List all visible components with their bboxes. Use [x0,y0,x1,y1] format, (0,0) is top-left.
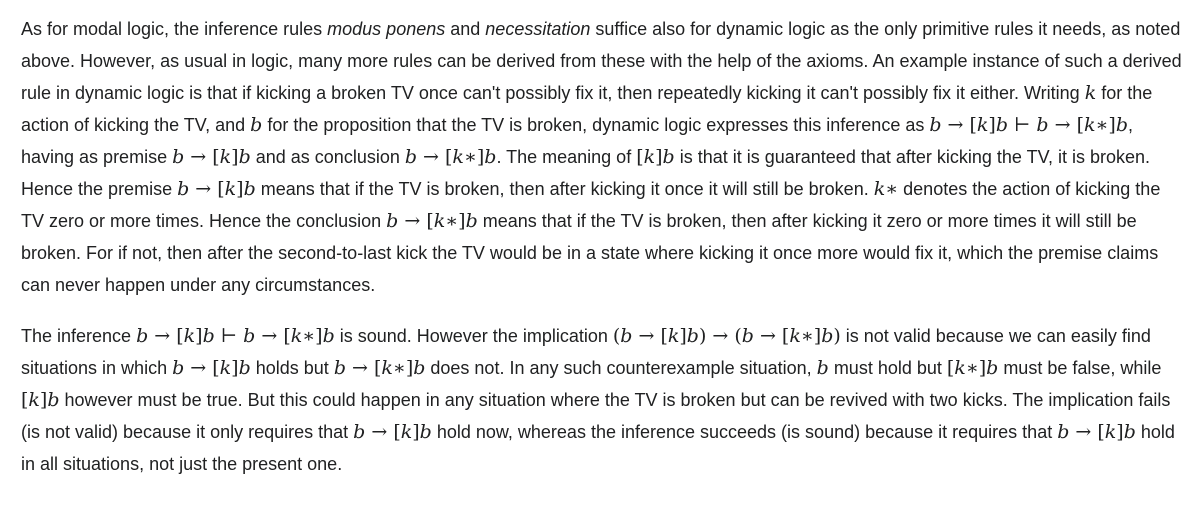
math-expression: 𝑏 → [𝑘∗]𝑏 [404,146,497,168]
math-expression: 𝑏 → [𝑘]𝑏 [172,357,251,379]
math-expression: (𝑏 → [𝑘]𝑏) → (𝑏 → [𝑘∗]𝑏) [612,325,841,347]
math-expression: 𝑘∗ [873,178,899,200]
math-expression: 𝑏 → [𝑘]𝑏 [1057,421,1136,443]
math-expression: [𝑘]𝑏 [21,389,60,411]
text-run: is sound. However the implication [334,326,613,346]
math-expression: 𝑏 [250,114,263,136]
math-expression: 𝑏 → [𝑘]𝑏 [353,421,432,443]
math-expression: 𝑘 [1084,82,1097,104]
emphasized-term: necessitation [485,19,591,39]
text-run: . The meaning of [496,147,637,167]
math-expression: [𝑘]𝑏 [636,146,675,168]
text-run: The inference [21,326,137,346]
text-run: must be false, while [998,358,1162,378]
text-run: and as conclusion [250,147,405,167]
text-run: and [445,19,486,39]
text-run: must hold but [828,358,947,378]
math-expression: 𝑏 → [𝑘]𝑏 ⊢ 𝑏 → [𝑘∗]𝑏 [929,114,1128,136]
article-content: As for modal logic, the inference rules … [21,13,1186,480]
text-run: hold now, whereas the inference succeeds… [431,422,1058,442]
math-expression: 𝑏 → [𝑘]𝑏 [177,178,256,200]
paragraph-derived-rule: As for modal logic, the inference rules … [21,13,1186,301]
text-run: As for modal logic, the inference rules [21,19,328,39]
math-expression: 𝑏 → [𝑘]𝑏 [172,146,251,168]
math-expression: 𝑏 → [𝑘∗]𝑏 [386,210,478,232]
math-expression: 𝑏 → [𝑘∗]𝑏 [333,357,426,379]
math-expression: 𝑏 [816,357,829,379]
paragraph-soundness: The inference 𝑏 → [𝑘]𝑏 ⊢ 𝑏 → [𝑘∗]𝑏 is so… [21,320,1186,480]
text-run: means that if the TV is broken, then aft… [255,179,874,199]
text-run: holds but [250,358,334,378]
text-run: for the proposition that the TV is broke… [262,115,930,135]
math-expression: 𝑏 → [𝑘]𝑏 ⊢ 𝑏 → [𝑘∗]𝑏 [136,325,335,347]
math-expression: [𝑘∗]𝑏 [946,357,999,379]
text-run: does not. In any such counterexample sit… [425,358,817,378]
emphasized-term: modus ponens [327,19,446,39]
